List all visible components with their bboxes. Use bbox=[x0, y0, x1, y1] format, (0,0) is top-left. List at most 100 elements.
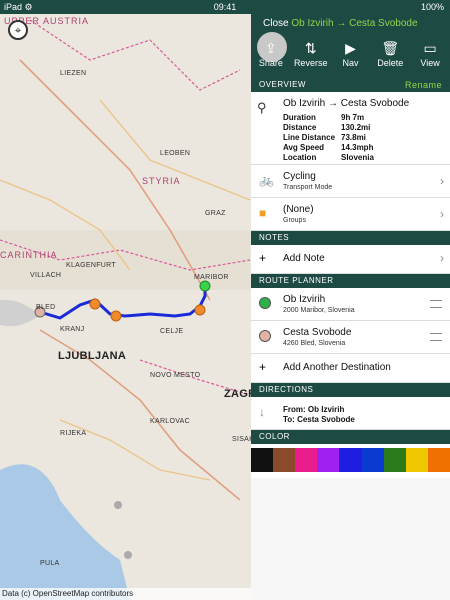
status-time: 09:41 bbox=[213, 2, 237, 12]
map-label: CARINTHIA bbox=[0, 250, 58, 260]
directions-from: From: Ob Izvirih bbox=[283, 405, 345, 414]
color-swatch[interactable] bbox=[273, 448, 296, 472]
color-swatch[interactable] bbox=[317, 448, 340, 472]
crosshair-icon: ⌖ bbox=[14, 22, 22, 37]
directions-header: DIRECTIONS bbox=[251, 383, 450, 397]
route-pin-icon: ⚲ bbox=[257, 100, 267, 115]
map-label: VILLACH bbox=[30, 272, 62, 279]
map-label: STYRIA bbox=[142, 176, 181, 186]
chevron-right-icon: › bbox=[440, 174, 444, 188]
view-label: View bbox=[420, 58, 440, 68]
route-title: Ob Izvirih → Cesta Svobode bbox=[291, 18, 418, 29]
color-swatch[interactable] bbox=[295, 448, 318, 472]
chevron-right-icon: › bbox=[440, 207, 444, 221]
delete-button[interactable]: 🗑 Delete bbox=[370, 38, 410, 78]
stat-key: Distance bbox=[283, 122, 317, 132]
view-button[interactable]: ▭ View bbox=[410, 38, 450, 78]
delete-label: Delete bbox=[377, 58, 404, 68]
map-label: BLED bbox=[36, 304, 56, 311]
map-label: KRANJ bbox=[60, 326, 85, 333]
groups-label: Groups bbox=[283, 217, 306, 224]
map-label: LJUBLJANA bbox=[58, 350, 127, 362]
map-label: KLAGENFURT bbox=[66, 262, 116, 269]
map-label: LIEZEN bbox=[60, 70, 87, 77]
transport-mode-label: Transport Mode bbox=[283, 184, 333, 191]
start-marker-icon bbox=[259, 297, 271, 309]
stop-address: 4260 Bled, Slovenia bbox=[283, 340, 346, 347]
directions-to: To: Cesta Svobode bbox=[283, 415, 355, 424]
end-marker-icon bbox=[259, 330, 271, 342]
locate-me-button[interactable]: ⌖ bbox=[8, 20, 28, 40]
reverse-label: Reverse bbox=[293, 58, 328, 68]
map-label: RIJEKA bbox=[60, 430, 87, 437]
overview-header: OVERVIEW Rename bbox=[251, 78, 450, 92]
share-label: Share bbox=[258, 58, 283, 68]
stop-row[interactable]: Ob Izvirih 2000 Maribor, Slovenia bbox=[251, 288, 450, 321]
stat-key: Avg Speed bbox=[283, 142, 325, 152]
map-label: LEOBEN bbox=[160, 150, 191, 157]
map-label: CELJE bbox=[160, 328, 184, 335]
stat-value: 9h 7m bbox=[341, 112, 365, 122]
map-attribution: Data (c) OpenStreetMap contributors bbox=[0, 588, 253, 600]
transport-mode-row[interactable]: 🚲 Cycling Transport Mode › bbox=[251, 165, 450, 198]
reverse-icon: ⇅ bbox=[304, 40, 317, 56]
add-note-label: Add Note bbox=[283, 253, 325, 264]
chevron-right-icon: › bbox=[440, 251, 444, 265]
stat-value: 73.8mi bbox=[341, 132, 366, 142]
add-destination-row[interactable]: + Add Another Destination bbox=[251, 354, 450, 383]
color-swatch[interactable] bbox=[383, 448, 406, 472]
color-swatch[interactable] bbox=[339, 448, 362, 472]
folder-icon: ■ bbox=[259, 206, 267, 220]
notes-header: NOTES bbox=[251, 231, 450, 245]
stop-row[interactable]: Cesta Svobode 4260 Bled, Slovenia bbox=[251, 321, 450, 354]
stat-value: Slovenia bbox=[341, 152, 374, 162]
overview-route-title: Ob Izvirih → Cesta Svobode bbox=[283, 98, 410, 109]
add-destination-label: Add Another Destination bbox=[283, 362, 391, 373]
stat-key: Line Distance bbox=[283, 132, 336, 142]
map-label: KARLOVAC bbox=[150, 418, 191, 425]
groups-value: (None) bbox=[283, 204, 314, 215]
directions-row[interactable]: ↓ From: Ob Izvirih To: Cesta Svobode bbox=[251, 397, 450, 430]
play-icon: ▶ bbox=[345, 40, 356, 56]
drag-handle-icon[interactable] bbox=[430, 333, 442, 341]
color-palette bbox=[251, 444, 450, 478]
color-swatch[interactable] bbox=[427, 448, 450, 472]
map-label: GRAZ bbox=[205, 210, 226, 217]
panel-header: Close Ob Izvirih → Cesta Svobode ⇪ Share… bbox=[251, 14, 450, 78]
stat-value: 14.3mph bbox=[341, 142, 374, 152]
route-toolbar: ⇪ Share ⇅ Reverse ▶ Nav 🗑 Delete ▭ View bbox=[251, 32, 450, 78]
battery-indicator: 100% bbox=[420, 2, 444, 12]
add-note-row[interactable]: + Add Note › bbox=[251, 245, 450, 274]
color-swatch[interactable] bbox=[361, 448, 384, 472]
reverse-button[interactable]: ⇅ Reverse bbox=[291, 38, 331, 78]
nav-button[interactable]: ▶ Nav bbox=[331, 38, 371, 78]
drag-handle-icon[interactable] bbox=[430, 300, 442, 308]
color-header: COLOR bbox=[251, 430, 450, 444]
map-label: MARIBOR bbox=[194, 274, 229, 281]
stat-value: 130.2mi bbox=[341, 122, 371, 132]
color-swatch[interactable] bbox=[405, 448, 428, 472]
map-label: NOVO MESTO bbox=[150, 372, 201, 379]
plus-icon: + bbox=[259, 251, 267, 265]
stop-address: 2000 Maribor, Slovenia bbox=[283, 307, 355, 314]
map-icon: ▭ bbox=[423, 40, 437, 56]
color-swatch[interactable] bbox=[251, 448, 274, 472]
arrow-down-icon: ↓ bbox=[259, 405, 265, 419]
stat-key: Duration bbox=[283, 112, 316, 122]
nav-label: Nav bbox=[342, 58, 359, 68]
route-detail-panel: Close Ob Izvirih → Cesta Svobode ⇪ Share… bbox=[251, 14, 450, 600]
close-row[interactable]: Close Ob Izvirih → Cesta Svobode bbox=[263, 18, 418, 29]
stop-title: Cesta Svobode bbox=[283, 327, 352, 338]
close-button[interactable]: Close bbox=[263, 18, 289, 29]
overview-title: OVERVIEW bbox=[259, 80, 306, 89]
stop-title: Ob Izvirih bbox=[283, 294, 326, 305]
bicycle-icon: 🚲 bbox=[259, 173, 274, 187]
rename-button[interactable]: Rename bbox=[405, 78, 442, 92]
share-button[interactable]: ⇪ Share bbox=[251, 32, 291, 78]
plus-icon: + bbox=[259, 360, 267, 374]
stat-key: Location bbox=[283, 152, 317, 162]
share-icon: ⇪ bbox=[265, 40, 277, 56]
transport-mode-value: Cycling bbox=[283, 171, 316, 182]
groups-row[interactable]: ■ (None) Groups › bbox=[251, 198, 450, 231]
map-label: PULA bbox=[40, 560, 60, 567]
